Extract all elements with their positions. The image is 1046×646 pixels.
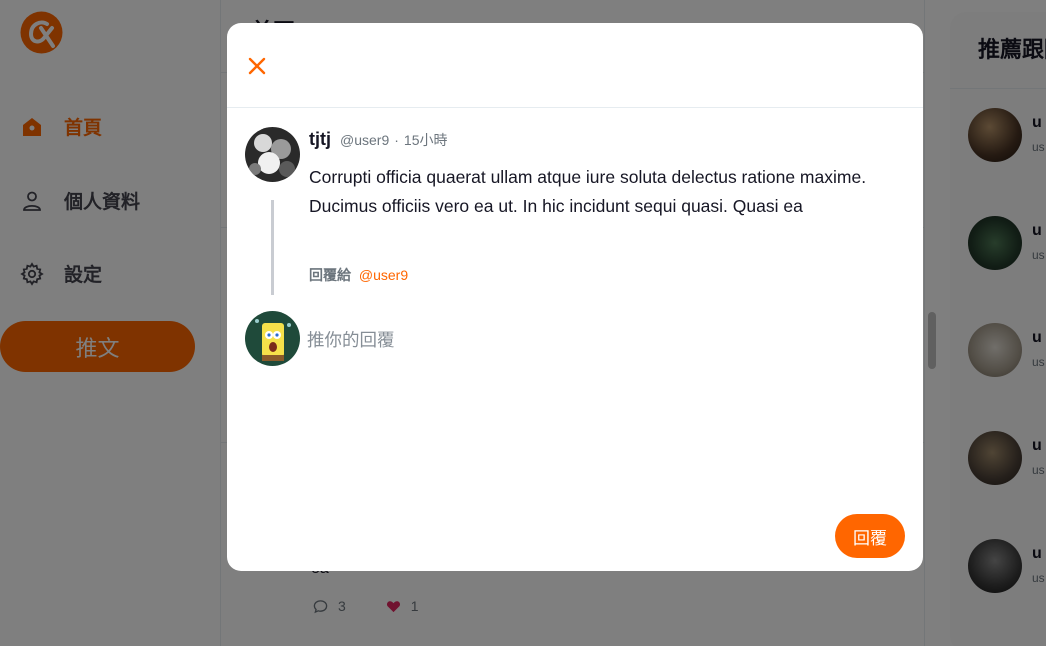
- reply-modal: tjtj @user9 · 15小時 Corrupti officia quae…: [227, 23, 923, 571]
- thread-line: [271, 200, 274, 295]
- reply-to-label: 回覆給: [309, 267, 351, 283]
- post-body: Corrupti officia quaerat ullam atque iur…: [309, 167, 867, 216]
- post-author-name[interactable]: tjtj: [309, 129, 331, 150]
- reply-button[interactable]: 回覆: [835, 514, 905, 558]
- close-icon[interactable]: [247, 56, 267, 76]
- reply-to: 回覆給 @user9: [309, 265, 408, 285]
- post-author-handle: @user9: [340, 132, 390, 148]
- reply-to-user-link[interactable]: @user9: [359, 267, 408, 283]
- avatar[interactable]: [245, 127, 300, 182]
- separator: ·: [394, 132, 399, 148]
- modal-header: [227, 23, 923, 108]
- post-timestamp: 15小時: [403, 132, 448, 148]
- reply-input[interactable]: [307, 325, 887, 355]
- avatar: [245, 311, 300, 366]
- post-header: tjtj @user9 · 15小時: [309, 129, 447, 150]
